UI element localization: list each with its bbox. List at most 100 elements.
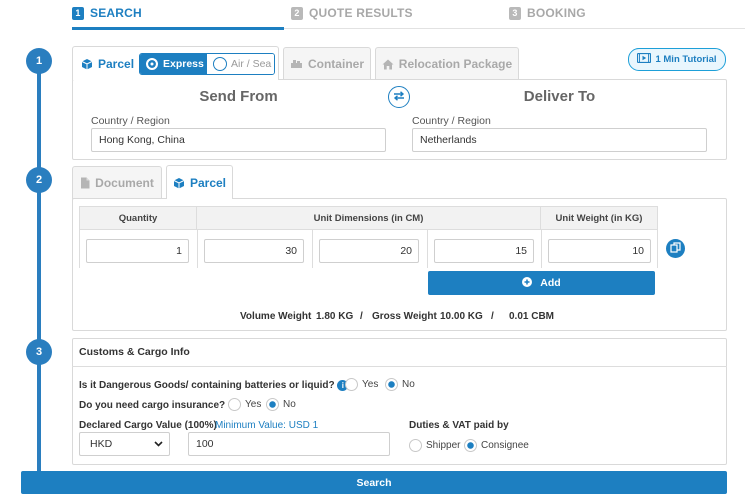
step-quote-results[interactable]: 2 QUOTE RESULTS bbox=[291, 6, 413, 20]
mode-air-sea[interactable]: Air / Sea bbox=[207, 54, 274, 74]
step-active-indicator bbox=[72, 27, 284, 30]
dangerous-goods-question: Is it Dangerous Goods/ containing batter… bbox=[79, 380, 349, 391]
header-weight: Unit Weight (in KG) bbox=[541, 206, 658, 230]
add-label: Add bbox=[540, 277, 561, 289]
gross-weight-label: Gross Weight bbox=[372, 311, 437, 322]
send-from-title: Send From bbox=[199, 88, 278, 105]
destination-country-value: Netherlands bbox=[420, 134, 477, 146]
radio-icon bbox=[228, 398, 241, 411]
duties-label: Duties & VAT paid by bbox=[409, 420, 509, 431]
insurance-yes-option[interactable]: Yes bbox=[228, 398, 261, 411]
summary-separator: / bbox=[491, 311, 494, 322]
duties-consignee-option[interactable]: Consignee bbox=[464, 439, 529, 452]
customs-title: Customs & Cargo Info bbox=[72, 338, 727, 367]
radio-selected-icon bbox=[146, 58, 158, 70]
deliver-to-title: Deliver To bbox=[523, 88, 596, 105]
step-navigation: 1 SEARCH 2 QUOTE RESULTS 3 BOOKING bbox=[0, 0, 745, 30]
step-label: BOOKING bbox=[527, 6, 586, 20]
mode-label: Express bbox=[163, 58, 204, 70]
step-label: SEARCH bbox=[90, 6, 142, 20]
weight-input[interactable]: 10 bbox=[548, 239, 651, 263]
mode-express[interactable]: Express bbox=[140, 54, 207, 74]
document-icon bbox=[80, 177, 90, 189]
origin-country-input[interactable]: Hong Kong, China bbox=[91, 128, 386, 152]
option-label: No bbox=[283, 399, 296, 410]
box-icon bbox=[81, 58, 93, 70]
option-label: Yes bbox=[245, 399, 262, 410]
timeline-step-2: 2 bbox=[26, 167, 52, 193]
header-quantity: Quantity bbox=[79, 206, 197, 230]
radio-selected-icon bbox=[385, 378, 398, 391]
tutorial-button[interactable]: 1 Min Tutorial bbox=[628, 48, 726, 71]
destination-label: Country / Region bbox=[412, 115, 491, 127]
tab-label: Document bbox=[95, 176, 154, 190]
copy-icon bbox=[670, 241, 681, 256]
add-package-button[interactable]: Add bbox=[428, 271, 655, 295]
declared-value-input[interactable]: 100 bbox=[188, 432, 390, 456]
option-label: No bbox=[402, 379, 415, 390]
option-label: Yes bbox=[362, 379, 379, 390]
radio-selected-icon bbox=[464, 439, 477, 452]
radio-empty-icon bbox=[213, 57, 227, 71]
option-label: Consignee bbox=[481, 440, 529, 451]
step-booking[interactable]: 3 BOOKING bbox=[509, 6, 586, 20]
chevron-down-icon bbox=[154, 438, 163, 450]
destination-country-input[interactable]: Netherlands bbox=[412, 128, 707, 152]
quantity-input[interactable]: 1 bbox=[86, 239, 189, 263]
tab-label: Container bbox=[307, 57, 364, 71]
step-label: QUOTE RESULTS bbox=[309, 6, 413, 20]
insurance-no-option[interactable]: No bbox=[266, 398, 296, 411]
timeline-step-3: 3 bbox=[26, 339, 52, 365]
width-input[interactable]: 20 bbox=[319, 239, 419, 263]
height-input[interactable]: 15 bbox=[434, 239, 534, 263]
header-dimensions: Unit Dimensions (in CM) bbox=[197, 206, 541, 230]
step-number: 2 bbox=[291, 6, 303, 20]
duplicate-row-button[interactable] bbox=[666, 239, 685, 258]
origin-country-value: Hong Kong, China bbox=[99, 134, 185, 146]
tab-label: Parcel bbox=[98, 56, 135, 71]
gross-weight-value: 10.00 KG bbox=[440, 311, 483, 322]
tutorial-label: 1 Min Tutorial bbox=[655, 54, 717, 65]
shipping-mode-toggle: Express Air / Sea bbox=[139, 53, 275, 75]
tab-document[interactable]: Document bbox=[72, 166, 162, 199]
summary-separator: / bbox=[360, 311, 363, 322]
cbm-value: 0.01 CBM bbox=[509, 311, 555, 322]
home-icon bbox=[382, 59, 394, 70]
plus-circle-icon bbox=[522, 276, 533, 290]
volume-weight-value: 1.80 KG bbox=[316, 311, 354, 322]
currency-select[interactable]: HKD bbox=[79, 432, 170, 456]
search-button[interactable]: Search bbox=[21, 471, 727, 494]
insurance-question: Do you need cargo insurance? bbox=[79, 400, 226, 411]
dg-yes-option[interactable]: Yes bbox=[345, 378, 378, 391]
declared-value-label: Declared Cargo Value (100%) bbox=[79, 420, 217, 431]
container-icon bbox=[290, 59, 303, 69]
search-label: Search bbox=[356, 476, 392, 489]
video-icon bbox=[637, 52, 652, 66]
tab-label: Parcel bbox=[189, 175, 227, 190]
currency-value: HKD bbox=[90, 438, 113, 450]
tab-label: Relocation Package bbox=[398, 57, 513, 71]
tab-package-parcel[interactable]: Parcel bbox=[166, 165, 233, 199]
tab-container[interactable]: Container bbox=[283, 47, 371, 80]
option-label: Shipper bbox=[426, 440, 461, 451]
minimum-value-note: Minimum Value: USD 1 bbox=[215, 420, 319, 431]
mode-label: Air / Sea bbox=[231, 58, 272, 70]
step-number: 3 bbox=[509, 6, 521, 20]
swap-route-button[interactable] bbox=[388, 86, 410, 108]
volume-weight-label: Volume Weight bbox=[240, 311, 312, 322]
step-number: 1 bbox=[72, 6, 84, 20]
step-search[interactable]: 1 SEARCH bbox=[72, 6, 142, 20]
length-input[interactable]: 30 bbox=[204, 239, 304, 263]
origin-label: Country / Region bbox=[91, 115, 170, 127]
dangerous-goods-label: Is it Dangerous Goods/ containing batter… bbox=[79, 380, 335, 391]
declared-value: 100 bbox=[196, 438, 214, 450]
step-track bbox=[284, 28, 745, 29]
radio-selected-icon bbox=[266, 398, 279, 411]
swap-icon bbox=[393, 90, 405, 104]
timeline-line bbox=[37, 62, 41, 472]
box-icon bbox=[173, 177, 185, 189]
tab-relocation-package[interactable]: Relocation Package bbox=[375, 47, 519, 80]
dg-no-option[interactable]: No bbox=[385, 378, 415, 391]
radio-icon bbox=[409, 439, 422, 452]
duties-shipper-option[interactable]: Shipper bbox=[409, 439, 460, 452]
